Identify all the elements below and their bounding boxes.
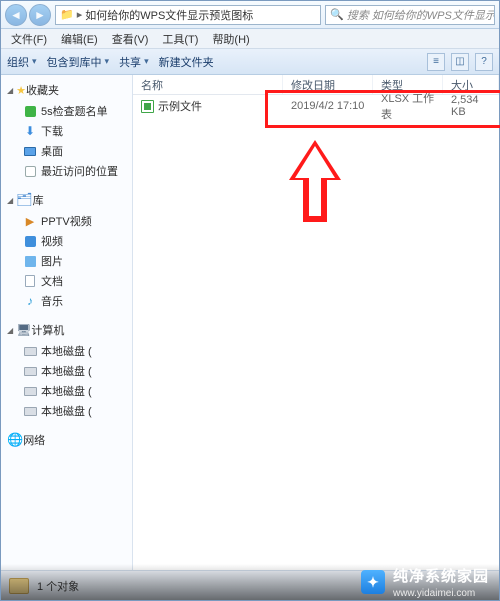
- drive-icon: [24, 387, 37, 396]
- collapse-icon: ◢: [7, 86, 13, 95]
- documents-icon: [25, 275, 35, 287]
- sidebar-item[interactable]: 桌面: [1, 141, 132, 161]
- sidebar-item[interactable]: ⬇下载: [1, 121, 132, 141]
- toolbar-include[interactable]: 包含到库中: [47, 54, 110, 70]
- network-icon: 🌐: [7, 432, 23, 448]
- computer-icon: 🖥: [16, 323, 31, 337]
- address-bar: ◄ ► 📁 ▸ 如何给你的WPS文件显示预览图标 🔍 搜索 如何给你的WPS文件…: [1, 1, 499, 29]
- sidebar-item[interactable]: 本地磁盘 (: [1, 401, 132, 421]
- recent-icon: [25, 166, 36, 177]
- watermark-brand: 纯净系统家园: [393, 565, 489, 586]
- watermark-url: www.yidaimei.com: [393, 588, 475, 599]
- watermark: ✦ 纯净系统家园 www.yidaimei.com: [1, 564, 499, 600]
- col-name[interactable]: 名称: [133, 75, 283, 94]
- col-size[interactable]: 大小: [443, 75, 499, 94]
- breadcrumb[interactable]: 📁 ▸ 如何给你的WPS文件显示预览图标: [55, 5, 321, 25]
- toolbar-share[interactable]: 共享: [119, 54, 149, 70]
- pictures-icon: [25, 256, 36, 267]
- toolbar: 组织 包含到库中 共享 新建文件夹 ≡ ◫ ?: [1, 49, 499, 75]
- search-icon: 🔍: [330, 8, 344, 21]
- menu-help[interactable]: 帮助(H): [206, 29, 255, 49]
- annotation-up-arrow: [285, 140, 345, 230]
- drive-icon: [24, 407, 37, 416]
- nav-back-button[interactable]: ◄: [5, 4, 27, 26]
- breadcrumb-sep: ▸: [77, 8, 83, 21]
- toolbar-newfolder[interactable]: 新建文件夹: [159, 54, 214, 70]
- file-date: 2019/4/2 17:10: [283, 100, 373, 112]
- download-icon: ⬇: [23, 124, 37, 138]
- sidebar-network: 🌐 网络: [1, 429, 132, 451]
- pptv-icon: ▶: [23, 214, 37, 228]
- file-type: XLSX 工作表: [373, 90, 443, 122]
- desktop-icon: [24, 147, 36, 156]
- nav-sidebar: ◢ ★ 收藏夹 5s检查题名单 ⬇下载 桌面 最近访问的位置 ◢ 🗂 库 ▶PP…: [1, 75, 133, 570]
- toolbar-pane-button[interactable]: ◫: [451, 53, 469, 71]
- sidebar-fav-header[interactable]: ◢ ★ 收藏夹: [1, 79, 132, 101]
- watermark-logo-icon: ✦: [361, 570, 385, 594]
- sidebar-item[interactable]: 视频: [1, 231, 132, 251]
- sidebar-item[interactable]: 文档: [1, 271, 132, 291]
- drive-icon: [24, 367, 37, 376]
- sidebar-item[interactable]: 最近访问的位置: [1, 161, 132, 181]
- sidebar-lib-header[interactable]: ◢ 🗂 库: [1, 189, 132, 211]
- drive-icon: [24, 347, 37, 356]
- menu-tools[interactable]: 工具(T): [156, 29, 204, 49]
- search-placeholder: 搜索 如何给你的WPS文件显示预览图...: [347, 7, 495, 23]
- collapse-icon: ◢: [7, 326, 13, 335]
- sidebar-item[interactable]: ♪音乐: [1, 291, 132, 311]
- sidebar-net-header[interactable]: 🌐 网络: [1, 429, 132, 451]
- explorer-window: ◄ ► 📁 ▸ 如何给你的WPS文件显示预览图标 🔍 搜索 如何给你的WPS文件…: [0, 0, 500, 601]
- sidebar-item[interactable]: 图片: [1, 251, 132, 271]
- toolbar-help-button[interactable]: ?: [475, 53, 493, 71]
- sheet-icon: [25, 106, 36, 117]
- sidebar-libraries: ◢ 🗂 库 ▶PPTV视频 视频 图片 文档 ♪音乐: [1, 189, 132, 311]
- star-icon: ★: [16, 84, 26, 97]
- xlsx-icon: [141, 100, 154, 113]
- sidebar-item[interactable]: 本地磁盘 (: [1, 341, 132, 361]
- library-icon: 🗂: [16, 192, 33, 208]
- search-input[interactable]: 🔍 搜索 如何给你的WPS文件显示预览图...: [325, 5, 495, 25]
- music-icon: ♪: [23, 294, 37, 308]
- main-area: ◢ ★ 收藏夹 5s检查题名单 ⬇下载 桌面 最近访问的位置 ◢ 🗂 库 ▶PP…: [1, 75, 499, 570]
- menu-bar: 文件(F) 编辑(E) 查看(V) 工具(T) 帮助(H): [1, 29, 499, 49]
- file-row[interactable]: 示例文件 2019/4/2 17:10 XLSX 工作表 2,534 KB: [133, 95, 499, 117]
- sidebar-item[interactable]: 本地磁盘 (: [1, 361, 132, 381]
- col-date[interactable]: 修改日期: [283, 75, 373, 94]
- sidebar-favorites: ◢ ★ 收藏夹 5s检查题名单 ⬇下载 桌面 最近访问的位置: [1, 79, 132, 181]
- sidebar-item[interactable]: 本地磁盘 (: [1, 381, 132, 401]
- sidebar-pc-header[interactable]: ◢ 🖥 计算机: [1, 319, 132, 341]
- menu-view[interactable]: 查看(V): [106, 29, 155, 49]
- menu-file[interactable]: 文件(F): [5, 29, 53, 49]
- nav-buttons: ◄ ►: [5, 4, 51, 26]
- file-name: 示例文件: [158, 98, 202, 114]
- toolbar-organize[interactable]: 组织: [7, 54, 37, 70]
- collapse-icon: ◢: [7, 196, 13, 205]
- toolbar-view-button[interactable]: ≡: [427, 53, 445, 71]
- sidebar-computer: ◢ 🖥 计算机 本地磁盘 ( 本地磁盘 ( 本地磁盘 ( 本地磁盘 (: [1, 319, 132, 421]
- file-size: 2,534 KB: [443, 94, 499, 118]
- toolbar-right: ≡ ◫ ?: [427, 53, 493, 71]
- sidebar-item[interactable]: 5s检查题名单: [1, 101, 132, 121]
- folder-icon: 📁: [60, 8, 74, 21]
- sidebar-item[interactable]: ▶PPTV视频: [1, 211, 132, 231]
- column-headers: 名称 修改日期 类型 大小: [133, 75, 499, 95]
- file-list-pane: 名称 修改日期 类型 大小 示例文件 2019/4/2 17:10 XLSX 工…: [133, 75, 499, 570]
- video-icon: [25, 236, 36, 247]
- menu-edit[interactable]: 编辑(E): [55, 29, 104, 49]
- nav-forward-button[interactable]: ►: [29, 4, 51, 26]
- breadcrumb-folder: 如何给你的WPS文件显示预览图标: [85, 7, 253, 23]
